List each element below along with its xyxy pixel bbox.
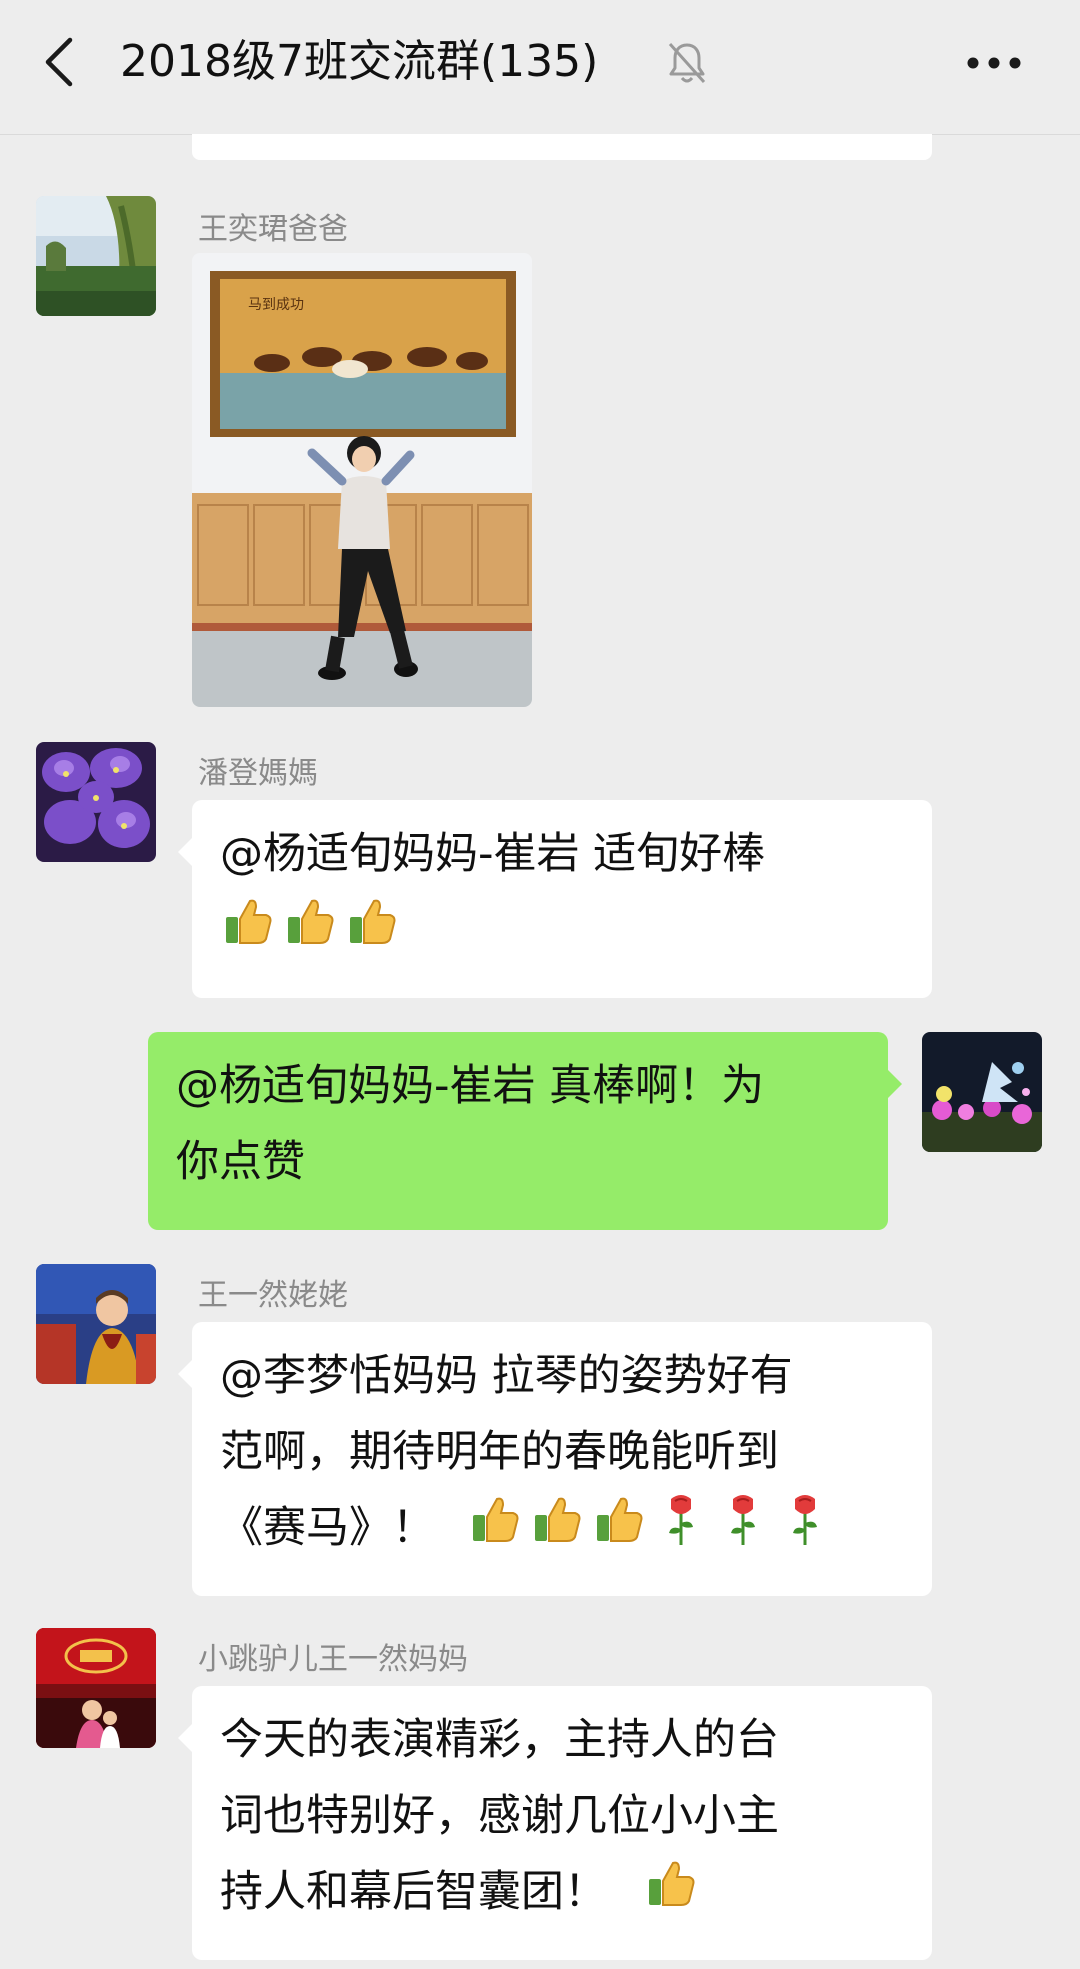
chat-title: 2018级7班交流群(135) <box>120 36 599 87</box>
message-line: @李梦恬妈妈 拉琴的姿势好有 <box>220 1351 793 1401</box>
thumbs-up-icon <box>529 1491 585 1571</box>
bell-off-icon <box>668 42 706 84</box>
thumbs-up-icon <box>282 893 338 973</box>
avatar-image <box>36 742 156 862</box>
message-bubble[interactable]: @李梦恬妈妈 拉琴的姿势好有 范啊，期待明年的春晚能听到 《赛马》！ <box>178 1322 932 1596</box>
emoji-row <box>220 892 908 973</box>
message-bubble-self[interactable]: @杨适旬妈妈-崔岩 真棒啊！为 你点赞 <box>148 1032 902 1230</box>
avatar-image <box>36 196 156 316</box>
avatar[interactable] <box>36 1628 156 1748</box>
thumbs-up-icon <box>643 1855 699 1935</box>
message-line: @杨适旬妈妈-崔岩 真棒啊！为 <box>176 1061 765 1111</box>
chevron-left-icon[interactable] <box>40 32 80 92</box>
message-line: 词也特别好，感谢几位小小主 <box>220 1791 779 1841</box>
rose-icon <box>777 1491 833 1571</box>
message-line: @杨适旬妈妈-崔岩 适旬好棒 <box>220 829 766 879</box>
avatar[interactable] <box>36 1264 156 1384</box>
message-line-with-emoji: 持人和幕后智囊团！ <box>220 1854 908 1935</box>
photo-image: 马到成功 <box>192 253 532 707</box>
message-bubble[interactable]: @杨适旬妈妈-崔岩 适旬好棒 <box>178 800 932 998</box>
avatar-image <box>922 1032 1042 1152</box>
thumbs-up-icon <box>344 893 400 973</box>
thumbs-up-icon <box>220 893 276 973</box>
message-line: 持人和幕后智囊团！ <box>220 1867 607 1917</box>
sender-name: 小跳驴儿王一然妈妈 <box>198 1642 468 1677</box>
emoji-row <box>467 1490 839 1571</box>
rose-icon <box>715 1491 771 1571</box>
message-line: 范啊，期待明年的春晚能听到 <box>220 1427 779 1477</box>
message-bubble[interactable]: 今天的表演精彩，主持人的台 词也特别好，感谢几位小小主 持人和幕后智囊团！ <box>178 1686 932 1960</box>
message-line: 今天的表演精彩，主持人的台 <box>220 1715 779 1765</box>
avatar[interactable] <box>922 1032 1042 1152</box>
message-line: 《赛马》！ <box>220 1503 435 1553</box>
image-message[interactable]: 马到成功 <box>192 253 532 707</box>
avatar-image <box>36 1264 156 1384</box>
avatar[interactable] <box>36 196 156 316</box>
ellipsis-icon[interactable] <box>966 56 1022 70</box>
thumbs-up-icon <box>591 1491 647 1571</box>
message-line-with-emoji: 《赛马》！ <box>220 1490 908 1571</box>
rose-icon <box>653 1491 709 1571</box>
message-line: 你点赞 <box>176 1137 305 1187</box>
painting-caption: 马到成功 <box>248 297 304 313</box>
sender-name: 王奕珺爸爸 <box>198 212 348 247</box>
avatar-image <box>36 1628 156 1748</box>
chat-header: 2018级7班交流群(135) <box>0 0 1080 135</box>
avatar[interactable] <box>36 742 156 862</box>
emoji-row <box>643 1854 705 1935</box>
previous-message-bubble[interactable] <box>192 134 932 160</box>
thumbs-up-icon <box>467 1491 523 1571</box>
sender-name: 王一然姥姥 <box>198 1278 348 1313</box>
sender-name: 潘登媽媽 <box>198 756 318 791</box>
